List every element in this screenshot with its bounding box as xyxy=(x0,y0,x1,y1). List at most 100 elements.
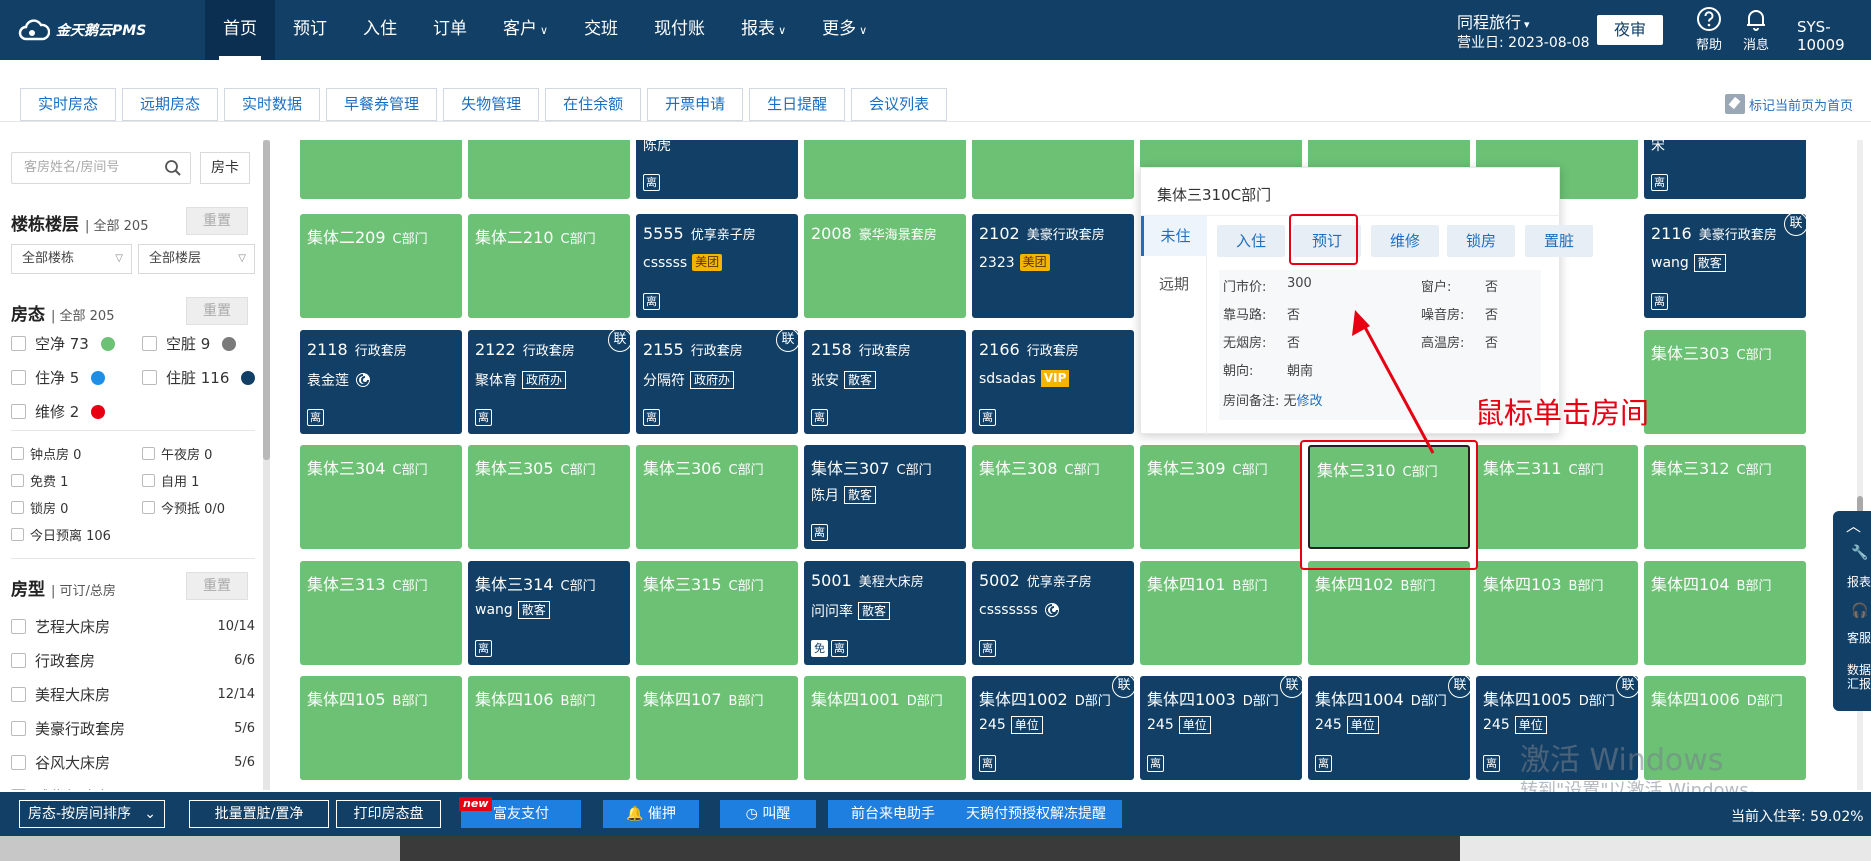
room-card[interactable]: 集体四104 B部门 xyxy=(1644,561,1806,665)
room-card[interactable]: 集体四1003 D部门 245 单位离 联 xyxy=(1140,676,1302,780)
room-card[interactable]: 集体四102 B部门 xyxy=(1308,561,1470,665)
checkbox[interactable] xyxy=(142,370,157,385)
checkbox[interactable] xyxy=(11,721,26,736)
pin-home-link[interactable]: 标记当前页为首页 xyxy=(1725,94,1853,114)
nav-item-2[interactable]: 入住 xyxy=(345,0,415,60)
building-select[interactable]: 全部楼栋 ▽ xyxy=(11,244,132,274)
status-filter-1[interactable]: 空脏 9 xyxy=(142,333,237,354)
float-report[interactable]: 报表 xyxy=(1847,575,1871,589)
room-card-partial[interactable] xyxy=(468,140,630,199)
room-card[interactable]: 2166 行政套房 sdsadas VIP 离 xyxy=(972,330,1134,434)
roomtype-filter-5[interactable]: 雅优行政房 10/10 xyxy=(11,786,255,790)
room-card-partial[interactable] xyxy=(300,140,462,199)
flag-filter-5[interactable]: 今预抵 0/0 xyxy=(142,498,225,517)
room-card[interactable]: 集体三305 C部门 xyxy=(468,445,630,549)
room-card[interactable]: 5002 优享亲子房 csssssss 离 xyxy=(972,561,1134,665)
room-card-partial[interactable]: 陈虎离 xyxy=(636,140,798,199)
nav-item-7[interactable]: 报表 ∨ xyxy=(723,0,804,60)
bottom-button-0[interactable]: 批量置脏/置净 xyxy=(189,800,329,828)
room-card[interactable]: 2102 美豪行政套房 2323 美团 xyxy=(972,214,1134,318)
checkbox[interactable] xyxy=(11,789,26,790)
messages-button[interactable]: 消息 xyxy=(1736,6,1776,53)
room-card[interactable]: 5555 优享亲子房 csssss 美团离 xyxy=(636,214,798,318)
popup-button-4[interactable]: 置脏 xyxy=(1525,225,1593,257)
tab-8[interactable]: 会议列表 xyxy=(851,88,948,121)
room-card[interactable]: 集体四1004 D部门 245 单位离 联 xyxy=(1308,676,1470,780)
popup-button-2[interactable]: 维修 xyxy=(1371,225,1439,257)
nav-item-0[interactable]: 首页 xyxy=(205,0,275,60)
checkbox[interactable] xyxy=(11,755,26,770)
popup-tab-future[interactable]: 远期 xyxy=(1141,264,1207,304)
sidebar-scrollbar[interactable] xyxy=(263,140,270,790)
room-card[interactable]: 集体三306 C部门 xyxy=(636,445,798,549)
bottom-button-1[interactable]: 打印房态盘 xyxy=(336,800,441,828)
flag-filter-6[interactable]: 今日预离 106 xyxy=(11,525,111,544)
room-card[interactable]: 集体三309 C部门 xyxy=(1140,445,1302,549)
room-card[interactable]: 集体三312 C部门 xyxy=(1644,445,1806,549)
user-account[interactable]: SYS-10009 xyxy=(1797,18,1871,54)
room-card[interactable]: 集体三304 C部门 xyxy=(300,445,462,549)
room-card[interactable]: 集体三315 C部门 xyxy=(636,561,798,665)
room-card-partial[interactable]: 宋离 xyxy=(1644,140,1806,199)
checkbox[interactable] xyxy=(11,687,26,702)
edit-remark-link[interactable]: 修改 xyxy=(1297,394,1323,409)
room-card[interactable]: 集体四101 B部门 xyxy=(1140,561,1302,665)
flag-filter-3[interactable]: 自用 1 xyxy=(142,471,199,490)
bottom-button-4[interactable]: ◷ 叫醒 xyxy=(720,800,816,828)
roomtype-filter-3[interactable]: 美豪行政套房 5/6 xyxy=(11,718,255,739)
checkbox[interactable] xyxy=(11,370,26,385)
tab-0[interactable]: 实时房态 xyxy=(20,88,117,121)
checkbox[interactable] xyxy=(11,404,26,419)
popup-tab-not-occupied[interactable]: 未住 xyxy=(1141,216,1207,256)
checkbox[interactable] xyxy=(11,528,24,541)
nav-item-6[interactable]: 现付账 xyxy=(636,0,723,60)
room-card[interactable]: 集体三314 C部门 wang 散客离 xyxy=(468,561,630,665)
room-card[interactable]: 集体三303 C部门 xyxy=(1644,330,1806,434)
room-card[interactable]: 2118 行政套房 袁金莲离 xyxy=(300,330,462,434)
night-audit-button[interactable]: 夜审 xyxy=(1597,15,1663,45)
room-card[interactable]: 2116 美豪行政套房 wang 散客离 联 xyxy=(1644,214,1806,318)
room-card[interactable]: 2008 豪华海景套房 xyxy=(804,214,966,318)
nav-item-5[interactable]: 交班 xyxy=(566,0,636,60)
flag-filter-0[interactable]: 钟点房 0 xyxy=(11,444,81,463)
status-filter-0[interactable]: 空净 73 xyxy=(11,333,115,354)
tab-2[interactable]: 实时数据 xyxy=(224,88,321,121)
popup-button-0[interactable]: 入住 xyxy=(1217,225,1285,257)
checkbox[interactable] xyxy=(142,474,155,487)
roomtype-filter-1[interactable]: 行政套房 6/6 xyxy=(11,650,255,671)
status-reset-button[interactable]: 重置 xyxy=(186,297,248,325)
room-card[interactable]: 集体三307 C部门 陈月 散客离 xyxy=(804,445,966,549)
search-input[interactable]: 客房姓名/房间号 xyxy=(11,152,191,184)
floor-select[interactable]: 全部楼层 ▽ xyxy=(138,244,255,274)
room-card[interactable]: 集体四107 B部门 xyxy=(636,676,798,780)
room-card[interactable]: 集体三313 C部门 xyxy=(300,561,462,665)
checkbox[interactable] xyxy=(11,653,26,668)
room-card[interactable]: 集体二209 C部门 xyxy=(300,214,462,318)
flag-filter-2[interactable]: 免费 1 xyxy=(11,471,68,490)
app-logo[interactable]: 金天鹅云PMS xyxy=(18,18,146,42)
room-card[interactable]: 集体三308 C部门 xyxy=(972,445,1134,549)
room-card[interactable]: 集体二210 C部门 xyxy=(468,214,630,318)
roomtype-filter-2[interactable]: 美程大床房 12/14 xyxy=(11,684,255,705)
bottom-button-3[interactable]: 🔔 催押 xyxy=(603,800,699,828)
bottom-button-6[interactable]: 天鹅付预授权解冻提醒 xyxy=(950,800,1122,828)
status-filter-2[interactable]: 住净 5 xyxy=(11,367,106,388)
nav-item-1[interactable]: 预订 xyxy=(275,0,345,60)
roomtype-filter-0[interactable]: 艺程大床房 10/14 xyxy=(11,616,255,637)
tab-3[interactable]: 早餐券管理 xyxy=(326,88,438,121)
checkbox[interactable] xyxy=(142,447,155,460)
room-card[interactable]: 集体四1001 D部门 xyxy=(804,676,966,780)
room-card[interactable]: 集体四103 B部门 xyxy=(1476,561,1638,665)
help-button[interactable]: 帮助 xyxy=(1689,6,1729,53)
building-reset-button[interactable]: 重置 xyxy=(186,207,248,235)
flag-filter-4[interactable]: 锁房 0 xyxy=(11,498,68,517)
checkbox[interactable] xyxy=(142,501,155,514)
nav-item-3[interactable]: 订单 xyxy=(415,0,485,60)
float-service[interactable]: 客服 xyxy=(1847,631,1871,645)
flag-filter-1[interactable]: 午夜房 0 xyxy=(142,444,212,463)
tab-4[interactable]: 失物管理 xyxy=(443,88,540,121)
checkbox[interactable] xyxy=(11,447,24,460)
checkbox[interactable] xyxy=(142,336,157,351)
room-card[interactable]: 2122 行政套房 聚体育 政府办离 联 xyxy=(468,330,630,434)
status-filter-3[interactable]: 住脏 116 xyxy=(142,367,256,388)
